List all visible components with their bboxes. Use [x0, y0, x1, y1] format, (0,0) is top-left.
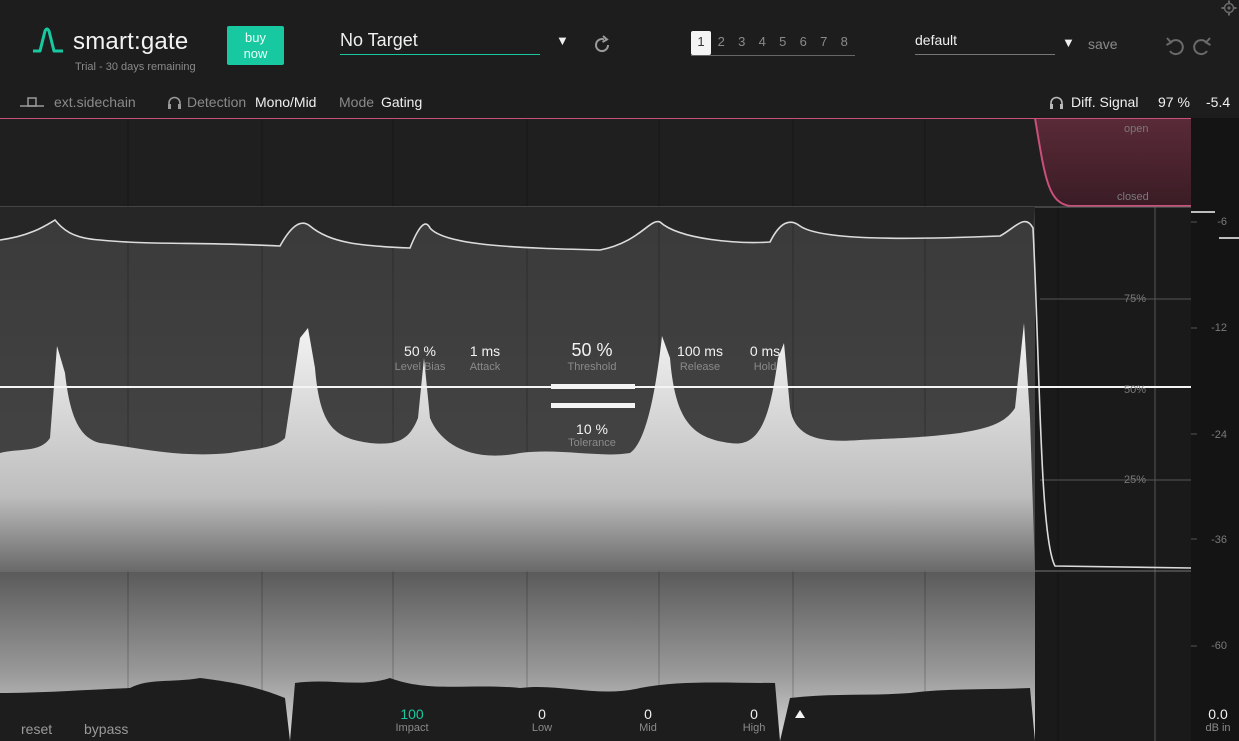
attack-value: 1 ms [469, 343, 501, 359]
high-band-value: 0 [750, 706, 758, 722]
diff-signal-label[interactable]: Diff. Signal [1071, 94, 1138, 110]
target-value: No Target [340, 30, 418, 50]
db-label: -12 [1211, 322, 1227, 334]
hold-label: Hold [753, 361, 777, 373]
chevron-down-icon[interactable]: ▼ [556, 33, 569, 48]
headphones-icon[interactable] [167, 95, 182, 110]
tolerance-value: 10 % [576, 421, 608, 437]
low-band-value: 0 [538, 706, 546, 722]
db-label: -24 [1211, 429, 1227, 441]
hold-value: 0 ms [749, 343, 781, 359]
app-name: smart:gate [73, 28, 189, 55]
chevron-down-icon[interactable]: ▼ [1062, 35, 1075, 50]
hold-control[interactable]: 0 ms Hold [725, 343, 805, 373]
attack-label: Attack [469, 361, 501, 373]
detection-value[interactable]: Mono/Mid [255, 94, 316, 110]
trial-text: Trial - 30 days remaining [75, 61, 196, 73]
preset-slot-8[interactable]: 8 [834, 31, 855, 55]
impact-value: 100 [400, 706, 424, 722]
mid-band-label: Mid [639, 722, 657, 734]
db-in-readout: 0.0 dB in [1198, 706, 1238, 734]
headphones-icon[interactable] [1049, 95, 1064, 110]
low-band-control[interactable]: 0 Low [507, 706, 577, 734]
redo-icon[interactable] [1190, 36, 1212, 56]
preset-slot-7[interactable]: 7 [814, 31, 835, 55]
logo-icon [33, 27, 63, 53]
bypass-button[interactable]: bypass [84, 721, 128, 737]
preset-slot-3[interactable]: 3 [732, 31, 753, 55]
detection-label: Detection [187, 94, 247, 110]
profile-value: default [915, 32, 958, 48]
mode-label: Mode [339, 94, 375, 110]
percent-label-25: 25% [1124, 474, 1147, 486]
percent-label-50: 50% [1124, 384, 1147, 396]
gear-icon[interactable] [1221, 0, 1237, 16]
impact-control[interactable]: 100 Impact [377, 706, 447, 734]
db-in-value: 0.0 [1208, 706, 1228, 722]
threshold-control[interactable]: 50 % Threshold [552, 340, 632, 373]
sidechain-icon [20, 97, 44, 107]
diff-signal-value[interactable]: 97 % [1158, 94, 1190, 110]
threshold-value: 50 % [571, 340, 613, 360]
preset-slot-4[interactable]: 4 [752, 31, 773, 55]
save-button[interactable]: save [1088, 36, 1118, 52]
buy-now-button[interactable]: buy now [227, 26, 284, 65]
sidechain-toggle[interactable]: ext.sidechain [54, 94, 136, 110]
tolerance-control[interactable]: 10 % Tolerance [552, 421, 632, 449]
refresh-icon[interactable] [592, 35, 612, 55]
high-band-label: High [742, 722, 766, 734]
mid-band-control[interactable]: 0 Mid [613, 706, 683, 734]
reset-button[interactable]: reset [21, 721, 52, 737]
tolerance-label: Tolerance [568, 437, 616, 449]
threshold-label: Threshold [567, 361, 617, 373]
preset-slots: 1 2 3 4 5 6 7 8 [691, 31, 855, 56]
preset-slot-2[interactable]: 2 [711, 31, 732, 55]
preset-slot-1[interactable]: 1 [691, 31, 711, 55]
mid-band-value: 0 [644, 706, 652, 722]
db-in-label: dB in [1205, 722, 1231, 734]
impact-label: Impact [395, 722, 429, 734]
db-label: -36 [1211, 534, 1227, 546]
db-label: -60 [1211, 640, 1227, 652]
output-level-value: -5.4 [1206, 94, 1231, 110]
gate-closed-label: closed [1117, 191, 1149, 203]
db-label: -6 [1217, 216, 1227, 228]
undo-icon[interactable] [1165, 36, 1187, 56]
target-selector[interactable]: No Target [340, 30, 540, 55]
header: smart:gate Trial - 30 days remaining buy… [0, 0, 1239, 86]
profile-selector[interactable]: default [915, 32, 1055, 55]
gate-open-label: open [1124, 123, 1149, 135]
attack-control[interactable]: 1 ms Attack [445, 343, 525, 373]
preset-slot-6[interactable]: 6 [793, 31, 814, 55]
preset-slot-5[interactable]: 5 [773, 31, 794, 55]
high-band-control[interactable]: 0 High [719, 706, 789, 734]
low-band-label: Low [531, 722, 553, 734]
percent-label-75: 75% [1124, 293, 1147, 305]
mode-value[interactable]: Gating [381, 94, 422, 110]
